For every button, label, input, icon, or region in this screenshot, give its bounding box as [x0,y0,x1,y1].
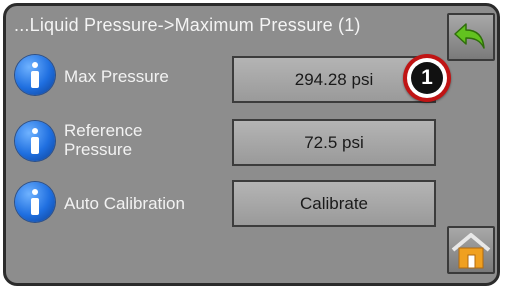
auto-calibration-label: Auto Calibration [64,194,185,213]
callout-number: 1 [411,62,443,94]
breadcrumb-title: ...Liquid Pressure->Maximum Pressure (1) [14,15,361,35]
info-icon[interactable] [15,55,55,95]
info-icon[interactable] [15,182,55,222]
calibrate-button[interactable]: Calibrate [232,180,436,227]
reference-pressure-label: Reference Pressure [64,121,143,159]
callout-marker: 1 [403,54,451,102]
screen-frame: ...Liquid Pressure->Maximum Pressure (1)… [3,3,500,286]
back-arrow-icon [454,23,485,49]
info-icon[interactable] [15,121,55,161]
back-button[interactable] [447,13,495,61]
home-button[interactable] [447,226,495,274]
reference-pressure-field[interactable]: 72.5 psi [232,119,436,166]
max-pressure-label: Max Pressure [64,67,169,86]
home-icon [451,233,491,269]
